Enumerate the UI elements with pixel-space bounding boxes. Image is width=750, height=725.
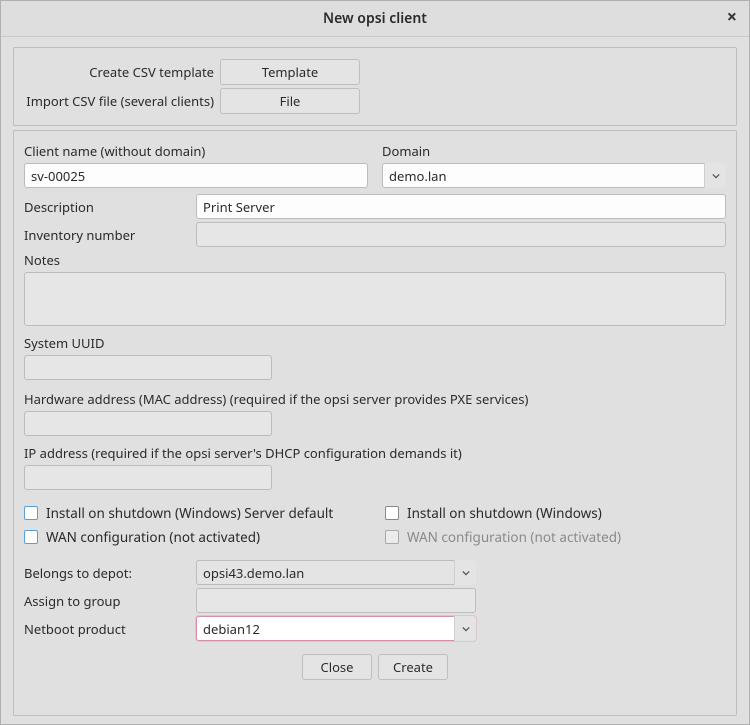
wan-default-check-row: WAN configuration (not activated): [24, 528, 365, 546]
domain-value: demo.lan: [389, 167, 447, 185]
install-default-label: Install on shutdown (Windows) Server def…: [46, 504, 333, 522]
uuid-label: System UUID: [24, 334, 726, 352]
import-csv-label: Import CSV file (several clients): [24, 92, 214, 110]
mac-input[interactable]: [24, 411, 272, 436]
depot-select[interactable]: opsi43.demo.lan: [196, 560, 476, 585]
wan-checkbox: [385, 530, 399, 544]
mac-label: Hardware address (MAC address) (required…: [24, 390, 726, 408]
titlebar: New opsi client ×: [1, 1, 749, 37]
wan-check-row: WAN configuration (not activated): [385, 528, 726, 546]
dialog-content: Create CSV template Template Import CSV …: [1, 37, 749, 724]
dialog-footer: Close Create: [24, 644, 726, 684]
netboot-label: Netboot product: [24, 620, 190, 638]
ip-input[interactable]: [24, 465, 272, 490]
create-csv-label: Create CSV template: [24, 63, 214, 81]
create-button[interactable]: Create: [378, 654, 448, 680]
form-panel: Client name (without domain) Domain demo…: [13, 130, 737, 716]
netboot-value: debian12: [203, 620, 260, 638]
group-input[interactable]: [196, 588, 476, 613]
inventory-label: Inventory number: [24, 226, 190, 244]
file-button[interactable]: File: [220, 88, 360, 114]
client-name-label: Client name (without domain): [24, 142, 368, 160]
new-opsi-client-dialog: New opsi client × Create CSV template Te…: [0, 0, 750, 725]
client-name-input[interactable]: [24, 163, 368, 188]
wan-label: WAN configuration (not activated): [407, 528, 621, 546]
inventory-input[interactable]: [196, 222, 726, 247]
description-label: Description: [24, 198, 190, 216]
csv-panel: Create CSV template Template Import CSV …: [13, 47, 737, 126]
wan-default-label: WAN configuration (not activated): [46, 528, 260, 546]
install-check-row: Install on shutdown (Windows): [385, 504, 726, 522]
depot-label: Belongs to depot:: [24, 564, 190, 582]
template-button[interactable]: Template: [220, 59, 360, 85]
notes-textarea[interactable]: [24, 272, 726, 326]
description-input[interactable]: [196, 194, 726, 219]
install-label: Install on shutdown (Windows): [407, 504, 602, 522]
close-icon[interactable]: ×: [727, 7, 737, 27]
domain-label: Domain: [382, 142, 726, 160]
install-default-check-row: Install on shutdown (Windows) Server def…: [24, 504, 365, 522]
netboot-select[interactable]: debian12: [196, 616, 476, 641]
install-default-checkbox[interactable]: [24, 506, 38, 520]
notes-label: Notes: [24, 251, 726, 269]
install-checkbox[interactable]: [385, 506, 399, 520]
wan-default-checkbox[interactable]: [24, 530, 38, 544]
window-title: New opsi client: [323, 9, 427, 28]
ip-label: IP address (required if the opsi server'…: [24, 444, 726, 462]
domain-select[interactable]: demo.lan: [382, 163, 726, 188]
group-label: Assign to group: [24, 592, 190, 610]
close-button[interactable]: Close: [302, 654, 372, 680]
uuid-input[interactable]: [24, 355, 272, 380]
depot-value: opsi43.demo.lan: [203, 564, 304, 582]
